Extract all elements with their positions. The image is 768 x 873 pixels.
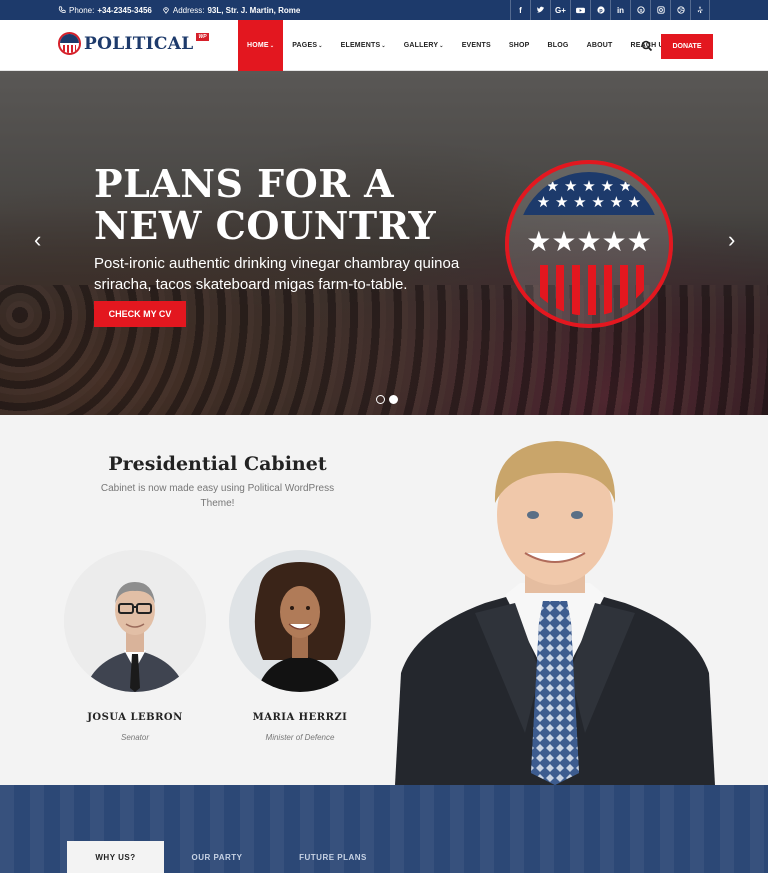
president-portrait [395, 441, 715, 785]
cabinet-subtitle: Cabinet is now made easy using Political… [100, 483, 335, 509]
stars-stripes-badge-icon: ★ ★ ★ ★ ★ ★ ★ ★ ★ ★ ★ ★★★★★ [505, 160, 673, 328]
linkedin-icon[interactable]: in [610, 0, 630, 20]
phone-number[interactable]: +34-2345-3456 [97, 6, 152, 15]
top-bar: Phone: +34-2345-3456 Address: 93L, Str. … [0, 0, 768, 20]
chevron-down-icon: ⌄ [269, 42, 275, 49]
nav-item-shop[interactable]: SHOP [500, 20, 539, 71]
donate-button[interactable]: DONATE [661, 34, 713, 59]
chevron-down-icon: ⌄ [381, 42, 386, 49]
next-slide-icon[interactable]: › [728, 229, 735, 251]
pinterest-icon[interactable]: p [590, 0, 610, 20]
member-name: JOSUA LEBRON [87, 712, 183, 723]
logo-text: POLITICAL [84, 33, 194, 54]
tab-future-plans[interactable]: FUTURE PLANS [270, 841, 396, 873]
dribbble-icon[interactable] [670, 0, 690, 20]
facebook-icon[interactable]: f [510, 0, 530, 20]
nav-item-pages[interactable]: PAGES ⌄ [283, 20, 331, 71]
check-cv-button[interactable]: CHECK MY CV [94, 301, 186, 327]
hero-title-line-1: PLANS FOR A [94, 161, 395, 206]
hero-slider: PLANS FOR A NEW COUNTRY Post-ironic auth… [0, 71, 768, 415]
phone-info: Phone: +34-2345-3456 [58, 6, 152, 15]
member-card[interactable]: MARIA HERRZI Minister of Defence [229, 550, 371, 742]
nav-item-events[interactable]: EVENTS [453, 20, 500, 71]
nav-item-gallery[interactable]: GALLERY ⌄ [395, 20, 453, 71]
hero-title-line-2: NEW COUNTRY [94, 203, 437, 248]
member-photo [64, 550, 206, 692]
slider-dots [376, 395, 398, 404]
address-text: 93L, Str. J. Martin, Rome [207, 5, 301, 15]
tab-why-us[interactable]: WHY US? [67, 841, 164, 873]
contact-info: Phone: +34-2345-3456 Address: 93L, Str. … [58, 0, 300, 20]
cabinet-title: Presidential Cabinet [108, 453, 327, 475]
yelp-icon[interactable] [690, 0, 710, 20]
instagram-icon[interactable] [650, 0, 670, 20]
search-icon[interactable] [640, 39, 654, 53]
chevron-down-icon: ⌄ [318, 42, 323, 49]
nav-item-home[interactable]: HOME ⌄ [238, 20, 284, 71]
member-role: Minister of Defence [265, 733, 335, 742]
social-links: f G+ p in S [510, 0, 710, 20]
prev-slide-icon[interactable]: ‹ [34, 229, 41, 251]
address-label: Address: [172, 5, 205, 15]
svg-text:★★★★★: ★★★★★ [526, 225, 652, 258]
phone-label: Phone: [69, 5, 95, 15]
hero-description: Post-ironic authentic drinking vinegar c… [94, 255, 460, 293]
logo-seal-icon [58, 32, 81, 55]
slide-dot-2[interactable] [389, 395, 398, 404]
nav-item-elements[interactable]: ELEMENTS ⌄ [332, 20, 395, 71]
map-pin-icon [163, 7, 169, 14]
skype-icon[interactable]: S [630, 0, 650, 20]
svg-text:★ ★ ★ ★ ★ ★: ★ ★ ★ ★ ★ ★ [537, 193, 642, 211]
cabinet-section: Presidential Cabinet Cabinet is now made… [0, 415, 768, 785]
google-plus-icon[interactable]: G+ [550, 0, 570, 20]
logo[interactable]: POLITICAL WP [58, 32, 209, 55]
about-section: WHY US? OUR PARTY FUTURE PLANS [0, 785, 768, 873]
tab-our-party[interactable]: OUR PARTY [164, 841, 270, 873]
member-role: Senator [120, 733, 150, 742]
member-name: MARIA HERRZI [252, 712, 348, 723]
site-header: POLITICAL WP HOME ⌄ PAGES ⌄ ELEMENTS ⌄ GALL… [0, 20, 768, 71]
slide-dot-1[interactable] [376, 395, 385, 404]
address-info: Address: 93L, Str. J. Martin, Rome [162, 5, 301, 15]
main-nav: HOME ⌄ PAGES ⌄ ELEMENTS ⌄ GALLERY ⌄ EVENTS S… [238, 20, 678, 71]
svg-text:p: p [599, 8, 603, 14]
chevron-down-icon: ⌄ [439, 42, 444, 49]
hero-title: PLANS FOR A NEW COUNTRY [94, 163, 494, 247]
youtube-icon[interactable] [570, 0, 590, 20]
logo-badge: WP [196, 32, 209, 41]
nav-item-about[interactable]: ABOUT [578, 20, 622, 71]
member-photo [229, 550, 371, 692]
phone-icon [58, 6, 66, 13]
tab-bar: WHY US? OUR PARTY FUTURE PLANS [67, 841, 396, 873]
nav-item-blog[interactable]: BLOG [539, 20, 578, 71]
twitter-icon[interactable] [530, 0, 550, 20]
member-card[interactable]: JOSUA LEBRON Senator [64, 550, 206, 742]
